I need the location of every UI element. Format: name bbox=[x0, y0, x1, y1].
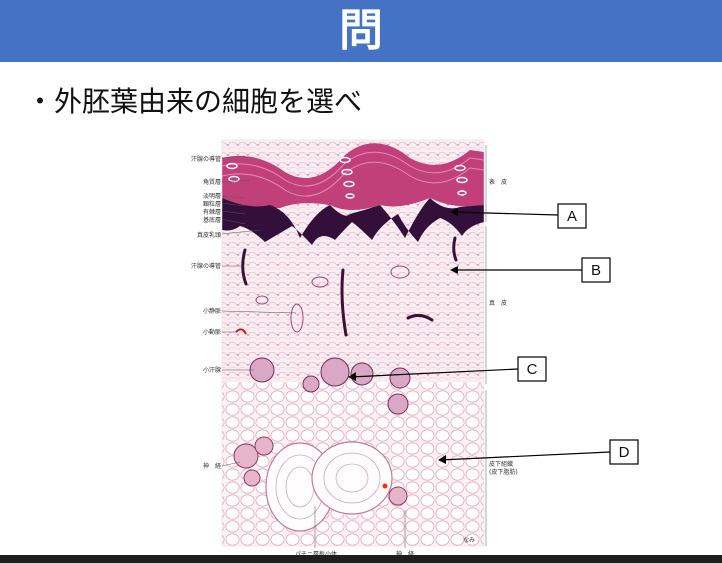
label-sweat-duct-upper: 汗腺の導管 bbox=[191, 155, 221, 163]
label-dermal-papilla: 真皮乳頭 bbox=[197, 231, 221, 239]
answer-box-c: C bbox=[517, 356, 547, 382]
answer-box-a: A bbox=[557, 203, 587, 229]
tissue-section bbox=[222, 140, 484, 546]
right-labels: 表 皮 真 皮 皮下組織 (皮下脂肪) bbox=[489, 178, 518, 476]
answer-box-b-label: B bbox=[591, 262, 601, 279]
label-eccrine-gland: 小汗腺 bbox=[203, 366, 221, 374]
left-labels: 汗腺の導管 角質層 淡明層 顆粒層 有棘層 基底層 真皮乳頭 汗腺の導管 小静脈… bbox=[191, 155, 221, 470]
label-venule: 小静脈 bbox=[203, 307, 221, 315]
label-stratum-lucidum: 淡明層 bbox=[203, 193, 221, 200]
label-subcutaneous-fat: (皮下脂肪) bbox=[489, 468, 518, 476]
label-stratum-basale: 基底層 bbox=[203, 216, 221, 224]
answer-box-a-label: A bbox=[567, 208, 577, 225]
label-arteriole: 小動脈 bbox=[203, 328, 221, 336]
illustrator-signature: なみ bbox=[463, 537, 475, 544]
answer-box-d: D bbox=[609, 439, 639, 465]
label-nerve-left: 神 経 bbox=[203, 462, 221, 470]
skin-histology-diagram: 汗腺の導管 角質層 淡明層 顆粒層 有棘層 基底層 真皮乳頭 汗腺の導管 小静脈… bbox=[191, 139, 639, 558]
label-subcutaneous: 皮下組織 bbox=[489, 460, 513, 468]
label-sweat-duct-lower: 汗腺の導管 bbox=[191, 262, 221, 270]
answer-box-b: B bbox=[581, 257, 611, 283]
answer-box-d-label: D bbox=[619, 444, 630, 461]
label-stratum-granulosum: 顆粒層 bbox=[203, 200, 221, 208]
answer-box-c-label: C bbox=[527, 361, 538, 378]
label-dermis: 真 皮 bbox=[489, 299, 507, 307]
label-epidermis: 表 皮 bbox=[489, 178, 507, 186]
bottom-bar bbox=[0, 555, 722, 563]
label-stratum-spinosum: 有棘層 bbox=[203, 208, 221, 216]
label-stratum-corneum: 角質層 bbox=[203, 178, 221, 186]
